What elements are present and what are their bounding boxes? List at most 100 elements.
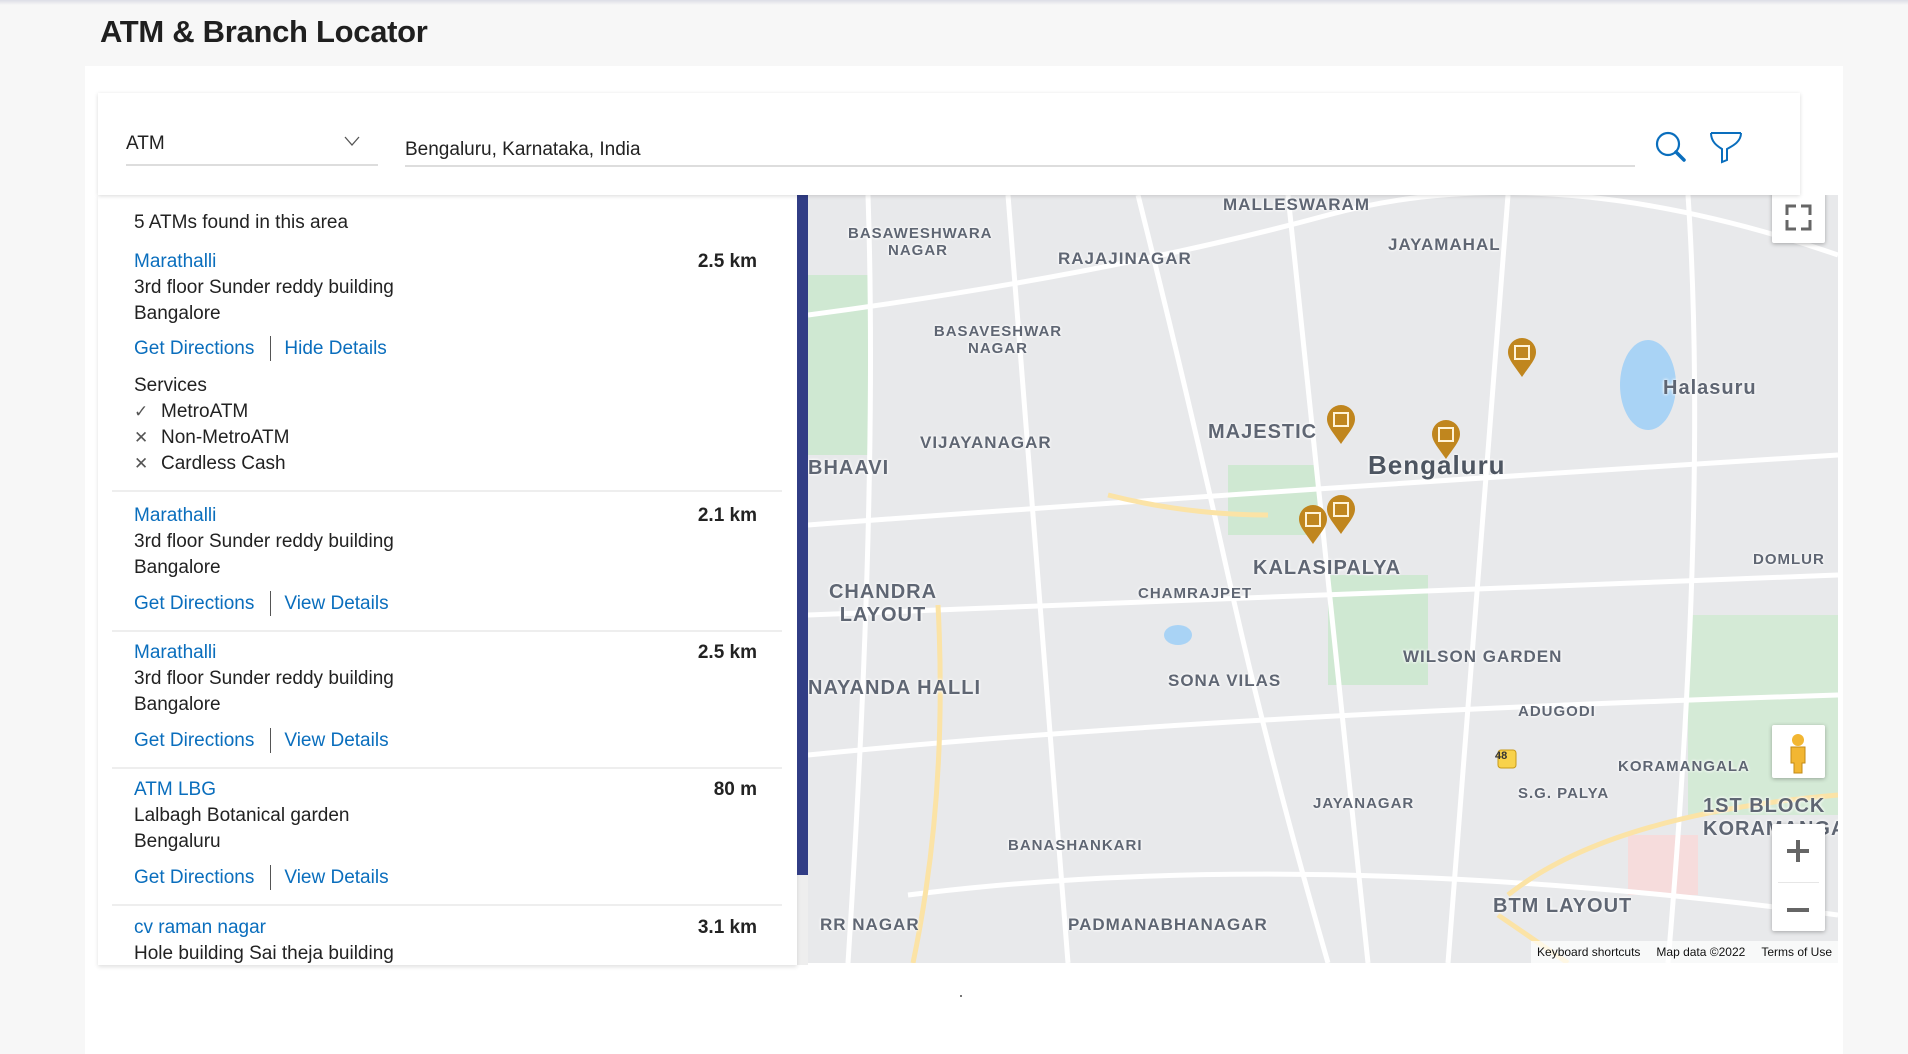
map-label: BASAWESHWARA NAGAR (848, 225, 993, 259)
type-select-value: ATM (126, 133, 165, 154)
map-data-text: Map data ©2022 (1656, 945, 1746, 959)
street-view-pegman[interactable] (1772, 725, 1825, 778)
result-address: 3rd floor Sunder reddy building (134, 668, 394, 689)
map-label: NAYANDA HALLI (808, 677, 982, 699)
top-bar (0, 0, 1908, 5)
page-title: ATM & Branch Locator (100, 14, 428, 49)
divider (270, 728, 272, 753)
fullscreen-button[interactable] (1772, 195, 1825, 243)
atm-marker-icon[interactable] (1298, 505, 1328, 545)
result-name[interactable]: Marathalli (134, 642, 216, 664)
result-city: Bengaluru (134, 831, 221, 852)
fullscreen-icon (1785, 204, 1812, 231)
atm-marker-icon[interactable] (1431, 420, 1461, 460)
result-links: Get Directions Hide Details (134, 336, 387, 361)
map-label: MAJESTIC (1208, 421, 1318, 443)
results-count: 5 ATMs found in this area (134, 212, 349, 233)
cross-icon: ✕ (134, 454, 149, 473)
map-label: VIJAYANAGAR (920, 433, 1052, 452)
divider (270, 865, 272, 890)
result-item: cv raman nagar 3.1 km Hole building Sai … (112, 917, 782, 965)
result-item: Marathalli 2.5 km 3rd floor Sunder reddy… (112, 251, 782, 492)
atm-marker-icon[interactable] (1326, 495, 1356, 535)
get-directions-link[interactable]: Get Directions (134, 730, 254, 752)
map-label: JAYANAGAR (1313, 795, 1415, 812)
map-label: CHAMRAJPET (1138, 585, 1253, 602)
result-address: Hole building Sai theja building (134, 943, 394, 964)
type-select[interactable]: ATM (126, 123, 378, 166)
result-name[interactable]: cv raman nagar (134, 917, 266, 939)
zoom-in-button[interactable] (1772, 824, 1825, 877)
map-label: S.G. PALYA (1518, 785, 1610, 802)
results-list: 5 ATMs found in this area Marathalli 2.5… (98, 195, 797, 965)
result-distance: 3.1 km (697, 917, 757, 938)
filter-icon[interactable] (1708, 129, 1744, 165)
result-name[interactable]: Marathalli (134, 505, 216, 527)
result-distance: 2.5 km (697, 642, 757, 663)
map-footer: Keyboard shortcuts Map data ©2022 Terms … (1531, 941, 1838, 963)
zoom-control (1772, 824, 1825, 931)
map-label: DOMLUR (1753, 551, 1825, 568)
chevron-down-icon (344, 136, 360, 146)
result-name[interactable]: Marathalli (134, 251, 216, 273)
view-details-link[interactable]: View Details (284, 730, 388, 752)
location-input[interactable]: Bengaluru, Karnataka, India (405, 123, 1635, 167)
map-label: CHANDRA LAYOUT (828, 581, 938, 626)
result-city: Bangalore (134, 557, 221, 578)
result-address: 3rd floor Sunder reddy building (134, 277, 394, 298)
result-city: Bangalore (134, 303, 221, 324)
hide-details-link[interactable]: Hide Details (284, 338, 386, 360)
result-links: Get Directions View Details (134, 591, 389, 616)
result-links: Get Directions View Details (134, 865, 389, 890)
map[interactable]: MALLESWARAM BASAWESHWARA NAGAR RAJAJINAG… (808, 195, 1838, 963)
view-details-link[interactable]: View Details (284, 867, 388, 889)
result-item: Marathalli 2.5 km 3rd floor Sunder reddy… (112, 642, 782, 769)
result-city: Bangalore (134, 694, 221, 715)
pegman-icon (1790, 734, 1806, 774)
map-label: WILSON GARDEN (1403, 647, 1563, 666)
map-label: Halasuru (1663, 377, 1757, 399)
result-links: Get Directions View Details (134, 728, 389, 753)
terms-of-use-link[interactable]: Terms of Use (1761, 945, 1832, 959)
map-label: SONA VILAS (1168, 671, 1282, 690)
search-panel: ATM Bengaluru, Karnataka, India (98, 93, 1800, 195)
map-label: KALASIPALYA (1253, 557, 1402, 579)
decorative-dot (960, 995, 962, 997)
result-item: Marathalli 2.1 km 3rd floor Sunder reddy… (112, 505, 782, 632)
map-label: BANASHANKARI (1008, 837, 1143, 854)
scrollbar-thumb[interactable] (797, 195, 808, 875)
map-label: BASAVESHWAR NAGAR (933, 323, 1063, 357)
get-directions-link[interactable]: Get Directions (134, 593, 254, 615)
zoom-out-button[interactable] (1772, 883, 1825, 936)
get-directions-link[interactable]: Get Directions (134, 867, 254, 889)
result-distance: 2.5 km (697, 251, 757, 272)
map-label: BTM LAYOUT (1493, 895, 1633, 917)
result-name[interactable]: ATM LBG (134, 779, 216, 801)
highway-shield: 48 (1495, 750, 1508, 762)
divider (270, 336, 272, 361)
get-directions-link[interactable]: Get Directions (134, 338, 254, 360)
services-title: Services (134, 375, 207, 396)
map-label: ADUGODI (1518, 703, 1596, 720)
atm-marker-icon[interactable] (1507, 338, 1537, 378)
result-distance: 2.1 km (697, 505, 757, 526)
result-item: ATM LBG 80 m Lalbagh Botanical garden Be… (112, 779, 782, 906)
cross-icon: ✕ (134, 428, 149, 447)
map-label: BHAAVI (808, 457, 890, 479)
map-label: KORAMANGALA (1618, 758, 1750, 775)
atm-marker-icon[interactable] (1326, 405, 1356, 445)
service-non-metroatm: ✕ Non-MetroATM (134, 427, 290, 448)
search-icon[interactable] (1653, 129, 1689, 165)
map-label: MALLESWARAM (1223, 195, 1370, 214)
service-cardless-cash: ✕ Cardless Cash (134, 453, 286, 474)
result-distance: 80 m (713, 779, 757, 800)
divider (270, 591, 272, 616)
keyboard-shortcuts-link[interactable]: Keyboard shortcuts (1537, 945, 1640, 959)
map-label: RR NAGAR (820, 915, 920, 934)
map-label: RAJAJINAGAR (1058, 249, 1192, 268)
check-icon: ✓ (134, 402, 149, 421)
map-label: JAYAMAHAL (1388, 235, 1501, 254)
view-details-link[interactable]: View Details (284, 593, 388, 615)
service-metroatm: ✓ MetroATM (134, 401, 249, 422)
map-label: PADMANABHANAGAR (1068, 915, 1268, 934)
